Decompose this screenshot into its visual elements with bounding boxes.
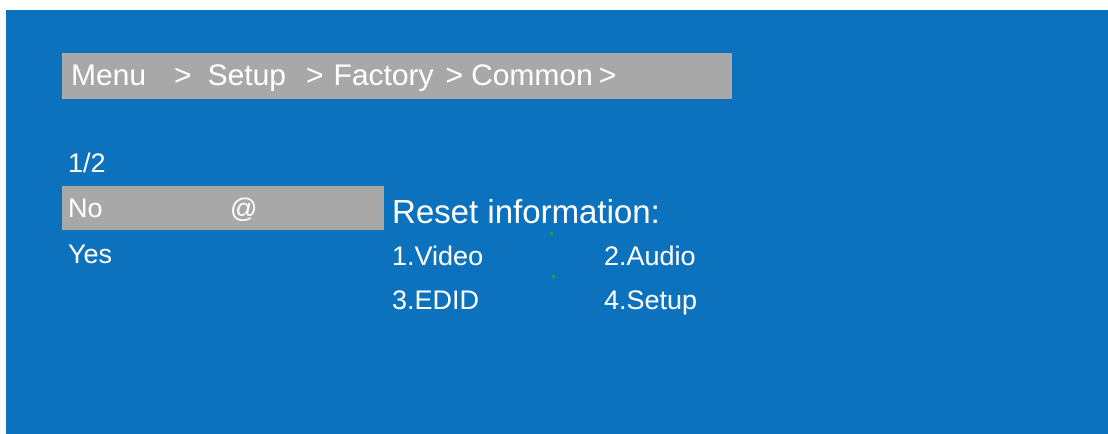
breadcrumb-separator: >	[305, 59, 324, 92]
option-label: No	[68, 193, 103, 223]
reset-item-video: 1.Video	[392, 241, 484, 271]
green-dot-artifact	[550, 232, 553, 235]
reset-info-title: Reset information:	[392, 193, 660, 230]
breadcrumb-separator: >	[445, 59, 464, 92]
option-yes[interactable]: Yes	[62, 232, 384, 276]
breadcrumb-item-common[interactable]: Common	[471, 59, 593, 93]
osd-screen: Menu > Setup > Factory > Common > 1/2 No…	[6, 10, 1108, 434]
breadcrumb-item-setup[interactable]: Setup	[208, 59, 286, 93]
green-dot-artifact	[552, 275, 555, 278]
breadcrumb: Menu > Setup > Factory > Common >	[62, 53, 732, 99]
reset-item-setup: 4.Setup	[604, 285, 698, 315]
reset-item-edid: 3.EDID	[392, 285, 480, 315]
option-label: Yes	[68, 239, 113, 269]
breadcrumb-separator: >	[174, 59, 192, 92]
breadcrumb-item-factory[interactable]: Factory	[334, 59, 434, 93]
option-no[interactable]: No @	[62, 186, 384, 230]
reset-item-audio: 2.Audio	[604, 241, 696, 271]
breadcrumb-item-menu[interactable]: Menu	[71, 59, 146, 93]
page-indicator: 1/2	[68, 148, 106, 178]
selected-marker: @	[230, 193, 258, 223]
breadcrumb-separator: >	[598, 59, 617, 92]
